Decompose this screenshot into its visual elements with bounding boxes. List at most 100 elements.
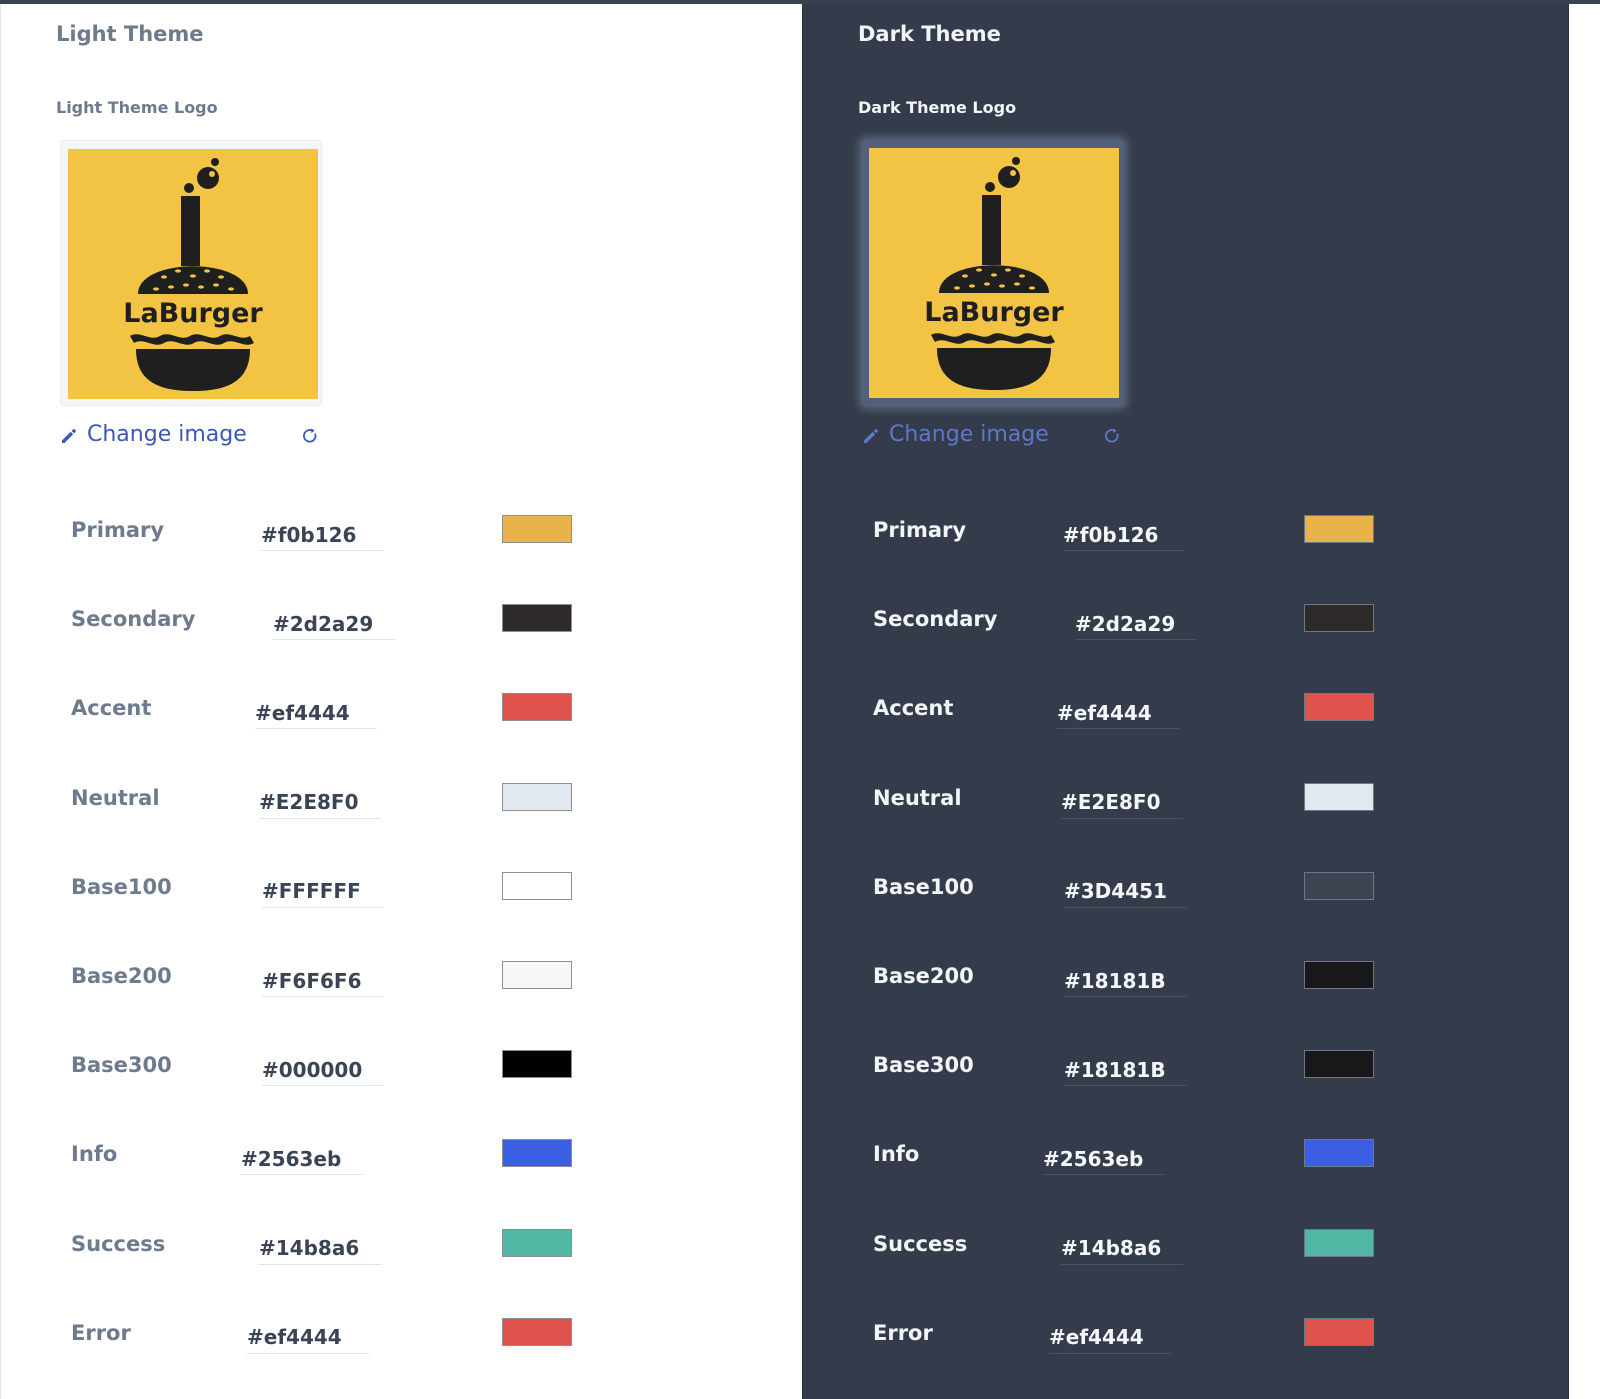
- color-row-error: Error: [873, 1317, 1393, 1369]
- light-theme-logo-actions: Change image: [59, 418, 329, 452]
- color-row-neutral: Neutral: [873, 782, 1393, 834]
- color-row-success: Success: [71, 1228, 591, 1280]
- color-row-error: Error: [71, 1317, 591, 1369]
- hex-input-base100[interactable]: [262, 875, 384, 908]
- color-row-info: Info: [71, 1139, 591, 1190]
- color-swatch-accent[interactable]: [502, 693, 572, 722]
- dark-theme-logo-label: Dark Theme Logo: [858, 98, 1017, 117]
- color-swatch-success[interactable]: [502, 1228, 572, 1257]
- color-row-primary: Primary: [873, 515, 1393, 566]
- color-row-base200: Base200: [873, 961, 1393, 1012]
- hex-input-success[interactable]: [1061, 1232, 1183, 1265]
- color-swatch-base100[interactable]: [1304, 871, 1374, 900]
- dark-theme-title: Dark Theme: [858, 22, 1001, 46]
- hex-input-success[interactable]: [259, 1232, 381, 1265]
- hex-input-base100[interactable]: [1064, 875, 1186, 908]
- color-swatch-primary[interactable]: [502, 515, 572, 543]
- right-gutter: [1569, 4, 1600, 1399]
- hex-input-accent[interactable]: [255, 697, 377, 730]
- color-swatch-accent[interactable]: [1304, 693, 1374, 722]
- color-swatch-primary[interactable]: [1304, 515, 1374, 543]
- light-theme-panel: Light Theme Light Theme Logo LaBurger Ch…: [0, 4, 802, 1399]
- hex-input-info[interactable]: [241, 1143, 363, 1176]
- color-row-base300: Base300: [873, 1050, 1393, 1101]
- color-label-neutral: Neutral: [71, 785, 160, 810]
- dark-theme-logo-actions: Change image: [861, 418, 1131, 452]
- light-theme-logo-label: Light Theme Logo: [56, 98, 218, 117]
- color-swatch-neutral[interactable]: [502, 782, 572, 811]
- hex-input-info[interactable]: [1043, 1143, 1165, 1176]
- color-label-info: Info: [71, 1142, 118, 1167]
- dark-change-image-link[interactable]: Change image: [889, 421, 1049, 449]
- color-label-accent: Accent: [71, 696, 152, 721]
- pencil-icon[interactable]: [59, 426, 79, 446]
- color-swatch-success[interactable]: [1304, 1228, 1374, 1257]
- hex-input-accent[interactable]: [1057, 697, 1179, 730]
- color-swatch-base300[interactable]: [502, 1050, 572, 1079]
- color-label-error: Error: [873, 1320, 933, 1345]
- color-swatch-base200[interactable]: [502, 961, 572, 989]
- color-row-base200: Base200: [71, 961, 591, 1012]
- light-theme-logo-frame: LaBurger: [60, 140, 322, 406]
- color-label-success: Success: [873, 1231, 968, 1256]
- color-row-info: Info: [873, 1139, 1393, 1190]
- light-logo-graphic: LaBurger: [68, 149, 318, 399]
- color-row-success: Success: [873, 1228, 1393, 1280]
- color-label-secondary: Secondary: [873, 607, 998, 632]
- color-label-base100: Base100: [873, 874, 974, 899]
- color-label-base200: Base200: [873, 964, 974, 988]
- hex-input-error[interactable]: [247, 1321, 369, 1354]
- color-swatch-base100[interactable]: [502, 871, 572, 900]
- hex-input-secondary[interactable]: [1075, 608, 1197, 641]
- hex-input-secondary[interactable]: [273, 608, 395, 641]
- refresh-icon[interactable]: [300, 426, 320, 446]
- hex-input-neutral[interactable]: [259, 786, 381, 819]
- color-row-secondary: Secondary: [873, 604, 1393, 655]
- hex-input-base300[interactable]: [262, 1054, 384, 1087]
- color-label-error: Error: [71, 1320, 131, 1345]
- hex-input-base200[interactable]: [1064, 965, 1186, 997]
- light-theme-logo: LaBurger: [68, 149, 318, 399]
- hex-input-neutral[interactable]: [1061, 786, 1183, 819]
- hex-input-base300[interactable]: [1064, 1054, 1186, 1087]
- color-swatch-neutral[interactable]: [1304, 782, 1374, 811]
- color-label-accent: Accent: [873, 696, 954, 721]
- color-row-accent: Accent: [873, 693, 1393, 744]
- hex-input-primary[interactable]: [1063, 519, 1185, 551]
- refresh-icon[interactable]: [1102, 426, 1122, 446]
- hex-input-primary[interactable]: [261, 519, 383, 551]
- color-label-info: Info: [873, 1142, 920, 1167]
- dark-logo-text: LaBurger: [924, 297, 1064, 328]
- color-row-base100: Base100: [71, 871, 591, 923]
- color-label-success: Success: [71, 1231, 166, 1256]
- color-swatch-base200[interactable]: [1304, 961, 1374, 989]
- color-row-base300: Base300: [71, 1050, 591, 1101]
- light-theme-title: Light Theme: [56, 22, 204, 46]
- color-label-neutral: Neutral: [873, 785, 962, 810]
- color-label-base300: Base300: [71, 1053, 172, 1078]
- dark-theme-logo-frame: LaBurger: [862, 140, 1124, 406]
- color-label-primary: Primary: [71, 518, 165, 542]
- color-label-primary: Primary: [873, 518, 967, 542]
- color-label-base300: Base300: [873, 1053, 974, 1078]
- color-row-secondary: Secondary: [71, 604, 591, 655]
- color-swatch-info[interactable]: [1304, 1139, 1374, 1168]
- color-label-secondary: Secondary: [71, 607, 196, 632]
- light-logo-text: LaBurger: [123, 298, 263, 329]
- pencil-icon[interactable]: [861, 426, 881, 446]
- color-swatch-error[interactable]: [1304, 1317, 1374, 1346]
- color-swatch-info[interactable]: [502, 1139, 572, 1168]
- hex-input-base200[interactable]: [262, 965, 384, 997]
- color-row-neutral: Neutral: [71, 782, 591, 834]
- color-swatch-secondary[interactable]: [502, 604, 572, 633]
- light-change-image-link[interactable]: Change image: [87, 421, 247, 449]
- color-swatch-error[interactable]: [502, 1317, 572, 1346]
- color-row-primary: Primary: [71, 515, 591, 566]
- color-swatch-base300[interactable]: [1304, 1050, 1374, 1079]
- color-label-base200: Base200: [71, 964, 172, 988]
- color-row-accent: Accent: [71, 693, 591, 744]
- hex-input-error[interactable]: [1049, 1321, 1171, 1354]
- color-row-base100: Base100: [873, 871, 1393, 923]
- color-label-base100: Base100: [71, 874, 172, 899]
- color-swatch-secondary[interactable]: [1304, 604, 1374, 633]
